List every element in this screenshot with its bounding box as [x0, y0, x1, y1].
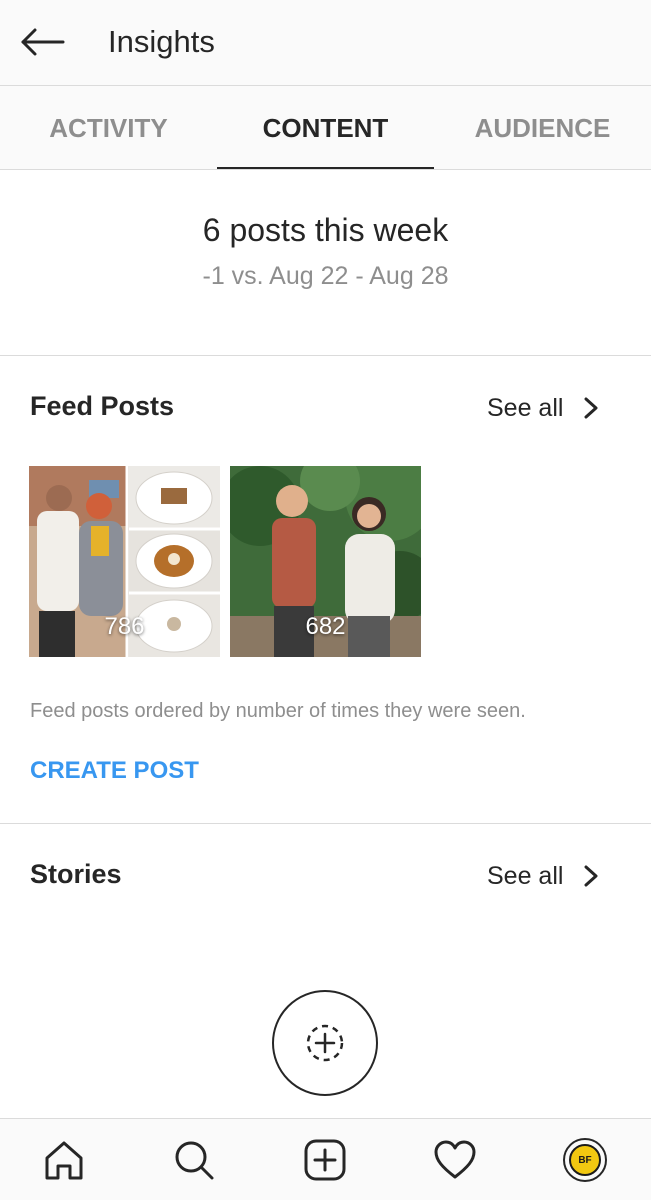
tab-activity[interactable]: ACTIVITY [0, 86, 217, 170]
nav-new-post-button[interactable] [301, 1136, 349, 1184]
tab-bar: ACTIVITY CONTENT AUDIENCE [0, 86, 651, 170]
arrow-left-icon [21, 28, 65, 56]
post-view-count: 786 [104, 613, 145, 640]
feed-posts-title: Feed Posts [30, 391, 175, 421]
add-story-icon [306, 1024, 344, 1062]
header: Insights [0, 0, 651, 86]
stories-see-all-button[interactable]: See all [470, 856, 620, 896]
posts-count-title: 6 posts this week [202, 212, 449, 248]
new-post-icon [304, 1139, 346, 1181]
create-post-link[interactable]: CREATE POST [30, 755, 199, 787]
heart-icon [434, 1140, 476, 1179]
nav-profile-button[interactable]: BF [561, 1136, 609, 1184]
stories-title: Stories [30, 859, 122, 889]
see-all-label: See all [487, 861, 564, 890]
section-divider [0, 823, 651, 824]
weekly-summary: 6 posts this week -1 vs. Aug 22 - Aug 28 [0, 170, 651, 356]
feed-posts-see-all-button[interactable]: See all [470, 388, 620, 428]
add-story-button[interactable] [272, 990, 378, 1096]
feed-post-thumbnail[interactable]: 682 [230, 466, 421, 657]
chevron-right-icon [584, 397, 598, 419]
tab-audience[interactable]: AUDIENCE [434, 86, 651, 170]
bottom-nav: BF [0, 1118, 651, 1200]
back-button[interactable] [14, 18, 70, 66]
nav-home-button[interactable] [40, 1136, 88, 1184]
profile-avatar: BF [563, 1138, 607, 1182]
nav-activity-button[interactable] [431, 1136, 479, 1184]
comparison-text: -1 vs. Aug 22 - Aug 28 [202, 262, 449, 290]
nav-search-button[interactable] [170, 1136, 218, 1184]
tab-content[interactable]: CONTENT [217, 86, 434, 170]
page-title: Insights [108, 24, 215, 59]
post-view-count: 682 [305, 613, 346, 640]
feed-post-thumbnail[interactable]: 786 [29, 466, 220, 657]
chevron-right-icon [584, 865, 598, 887]
home-icon [45, 1141, 83, 1180]
active-tab-indicator [217, 167, 434, 169]
search-icon [175, 1141, 214, 1180]
see-all-label: See all [487, 393, 564, 422]
feed-posts-note: Feed posts ordered by number of times th… [30, 700, 526, 722]
avatar-logo: BF [569, 1144, 601, 1176]
